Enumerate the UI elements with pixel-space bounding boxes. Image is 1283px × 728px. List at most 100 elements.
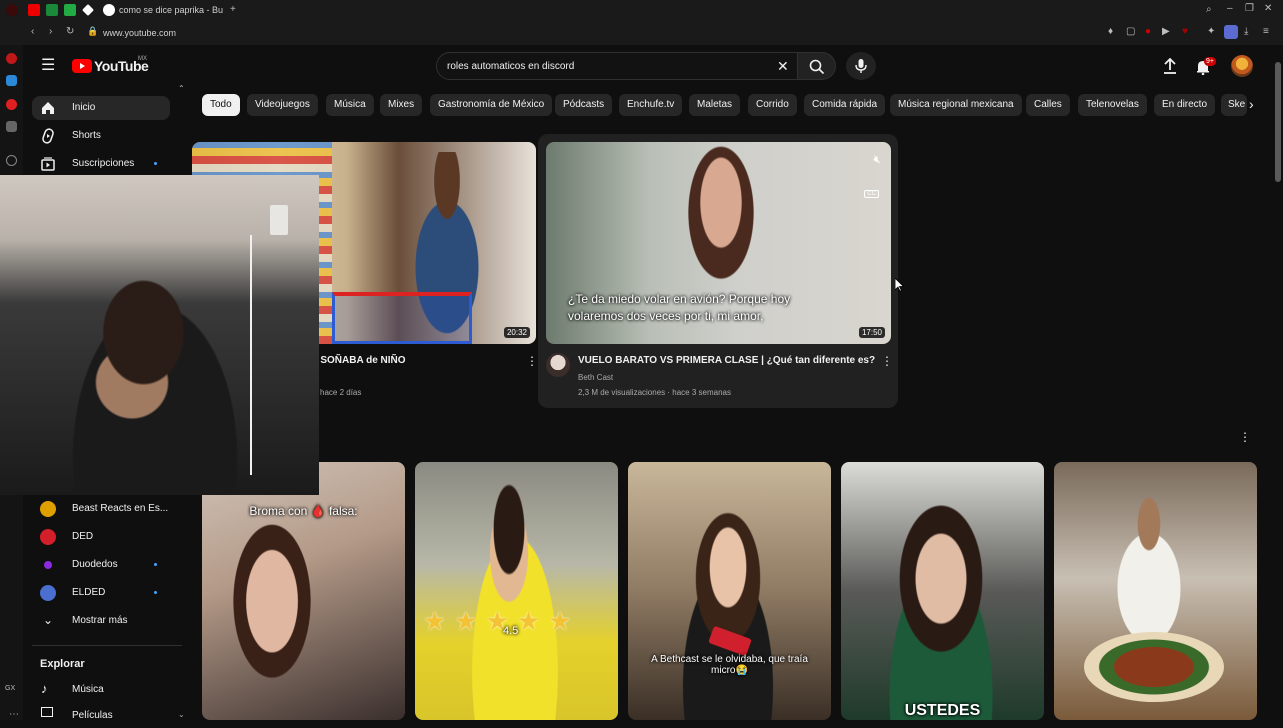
subscription-duodedos[interactable]: Duodedos	[32, 553, 170, 577]
sheets-tab-icon[interactable]	[46, 4, 58, 16]
download-icon[interactable]: ⤓	[1244, 27, 1248, 37]
subscription-ded[interactable]: DED	[32, 525, 170, 549]
account-avatar[interactable]	[1231, 55, 1253, 77]
video-thumbnail-2[interactable]: 🔇︎ CC ¿Te da miedo volar en avión? Porqu…	[546, 142, 891, 344]
record-icon[interactable]: ●	[1145, 27, 1151, 37]
sidebar-collapse-chevron-icon[interactable]: ⌃	[178, 85, 185, 93]
sidebar-item-inicio[interactable]: Inicio	[32, 96, 170, 120]
ext-red-icon[interactable]: ▶	[1162, 27, 1170, 37]
hamburger-menu-icon[interactable]: ☰	[41, 58, 55, 74]
person-figure	[861, 492, 1021, 720]
short-1[interactable]: Broma con 🩸 falsa:	[202, 462, 405, 720]
url-text[interactable]: www.youtube.com	[103, 28, 176, 38]
chip-telenovelas[interactable]: Telenovelas	[1078, 94, 1147, 116]
channel-avatar	[40, 585, 56, 601]
subscription-label: DED	[72, 531, 94, 542]
explore-item-label: Música	[72, 684, 104, 695]
rail-more-icon[interactable]: ⋯	[9, 710, 19, 720]
heart-icon[interactable]: ♥	[1182, 27, 1188, 37]
shorts-icon	[42, 128, 54, 144]
youtube-logo[interactable]: YouTube MX	[72, 56, 182, 76]
youtube-tab-icon[interactable]	[28, 4, 40, 16]
new-tab-icon[interactable]: +	[230, 5, 236, 15]
chip-calles[interactable]: Calles	[1026, 94, 1070, 116]
explore-heading: Explorar	[40, 658, 85, 670]
upload-icon[interactable]	[1162, 57, 1178, 75]
reload-icon[interactable]: ↻	[66, 27, 74, 37]
search-tabs-icon[interactable]: ⌕	[1206, 5, 1212, 15]
region-code: MX	[138, 56, 147, 62]
page-scrollbar[interactable]	[1275, 52, 1281, 720]
search-box[interactable]: roles automaticos en discord ✕	[436, 52, 798, 80]
sidebar-item-suscripciones[interactable]: Suscripciones	[32, 152, 170, 176]
chip-en-directo[interactable]: En directo	[1154, 94, 1216, 116]
rail-history-icon[interactable]	[6, 155, 17, 166]
chip-podcasts[interactable]: Pódcasts	[555, 94, 613, 116]
clear-search-icon[interactable]: ✕	[777, 58, 789, 75]
rail-gx-icon[interactable]: GX	[5, 685, 15, 692]
google-tab-icon	[103, 4, 115, 16]
rail-record-icon[interactable]	[6, 99, 17, 110]
diamond-tab-icon[interactable]	[82, 4, 94, 16]
short-2[interactable]: ★★★★★ 4.5	[415, 462, 618, 720]
rating-value: 4.5	[503, 625, 519, 637]
video-menu-icon[interactable]: ⋮	[881, 354, 893, 368]
explore-item-musica[interactable]: ♪ Música	[32, 678, 170, 702]
active-tab-title[interactable]: como se dice paprika - Bu	[119, 5, 223, 15]
profile-icon[interactable]	[1224, 25, 1238, 39]
video-title[interactable]: e SOÑABA de NIÑO	[312, 355, 406, 366]
bookmark-icon[interactable]: ♦	[1108, 27, 1113, 37]
chip-ske[interactable]: Ske	[1221, 94, 1247, 116]
chip-maletas[interactable]: Maletas	[689, 94, 741, 116]
scroll-down-chevron-icon[interactable]: ⌄	[178, 710, 185, 719]
scrollbar-thumb[interactable]	[1275, 62, 1281, 182]
chips-next-chevron-icon[interactable]: ›	[1249, 96, 1254, 112]
chip-musica-regional[interactable]: Música regional mexicana	[890, 94, 1022, 116]
forward-icon[interactable]: ›	[49, 27, 52, 37]
short-caption: Broma con 🩸 falsa:	[249, 504, 358, 518]
channel-avatar[interactable]	[546, 353, 570, 377]
search-button[interactable]	[798, 52, 836, 80]
rail-opera-icon[interactable]	[6, 53, 17, 64]
sidebar-item-shorts[interactable]: Shorts	[32, 124, 170, 148]
video-title[interactable]: VUELO BARATO VS PRIMERA CLASE | ¿Qué tan…	[578, 355, 875, 366]
close-window-icon[interactable]: ✕	[1264, 4, 1272, 14]
snapshot-icon[interactable]: ▢	[1126, 27, 1135, 37]
chip-musica[interactable]: Música	[326, 94, 374, 116]
maximize-icon[interactable]: ❐	[1245, 4, 1254, 14]
minimize-icon[interactable]: –	[1227, 4, 1233, 14]
browser-menu-icon[interactable]	[6, 4, 18, 16]
show-more-button[interactable]: ⌄ Mostrar más	[32, 609, 170, 633]
video-menu-icon[interactable]: ⋮	[526, 354, 538, 368]
address-bar: ‹ › ↻ 🔒 www.youtube.com ♦ ▢ ● ▶ ♥ ✦ ⤓ ≡	[0, 21, 1283, 45]
rail-twitch-icon[interactable]	[6, 75, 17, 86]
chip-gastronomia[interactable]: Gastronomía de México	[430, 94, 553, 116]
short-3[interactable]: A Bethcast se le olvidaba, que traía mic…	[628, 462, 831, 720]
short-4[interactable]: USTEDES	[841, 462, 1044, 720]
short-5[interactable]	[1054, 462, 1257, 720]
extensions-icon[interactable]: ✦	[1207, 27, 1215, 37]
subscription-beast-reacts[interactable]: Beast Reacts en Es...	[32, 497, 170, 521]
chip-videojuegos[interactable]: Videojuegos	[247, 94, 318, 116]
browser-menu-lines-icon[interactable]: ≡	[1263, 27, 1269, 37]
chip-todo[interactable]: Todo	[202, 94, 240, 116]
chip-mixes[interactable]: Mixes	[380, 94, 423, 116]
closed-captions-icon[interactable]: CC	[864, 190, 879, 198]
search-input[interactable]: roles automaticos en discord	[447, 61, 574, 72]
back-icon[interactable]: ‹	[31, 27, 34, 37]
explore-item-peliculas[interactable]: Películas	[32, 704, 170, 728]
chip-comida-rapida[interactable]: Comida rápida	[804, 94, 886, 116]
rail-box-icon[interactable]	[6, 121, 17, 132]
chip-corrido[interactable]: Corrido	[748, 94, 797, 116]
new-content-dot	[154, 591, 157, 594]
shorts-menu-icon[interactable]: ⋮	[1239, 430, 1251, 444]
k-tab-icon[interactable]	[64, 4, 76, 16]
channel-name[interactable]: Beth Cast	[578, 373, 613, 382]
notification-badge: 9+	[1204, 57, 1216, 66]
chip-enchufe[interactable]: Enchufe.tv	[619, 94, 683, 116]
chevron-down-icon: ⌄	[43, 613, 54, 627]
subscription-elded[interactable]: ELDED	[32, 581, 170, 605]
mute-icon[interactable]: 🔇︎	[873, 152, 881, 167]
voice-search-button[interactable]	[846, 52, 876, 80]
notifications-button[interactable]: 9+	[1195, 57, 1217, 77]
